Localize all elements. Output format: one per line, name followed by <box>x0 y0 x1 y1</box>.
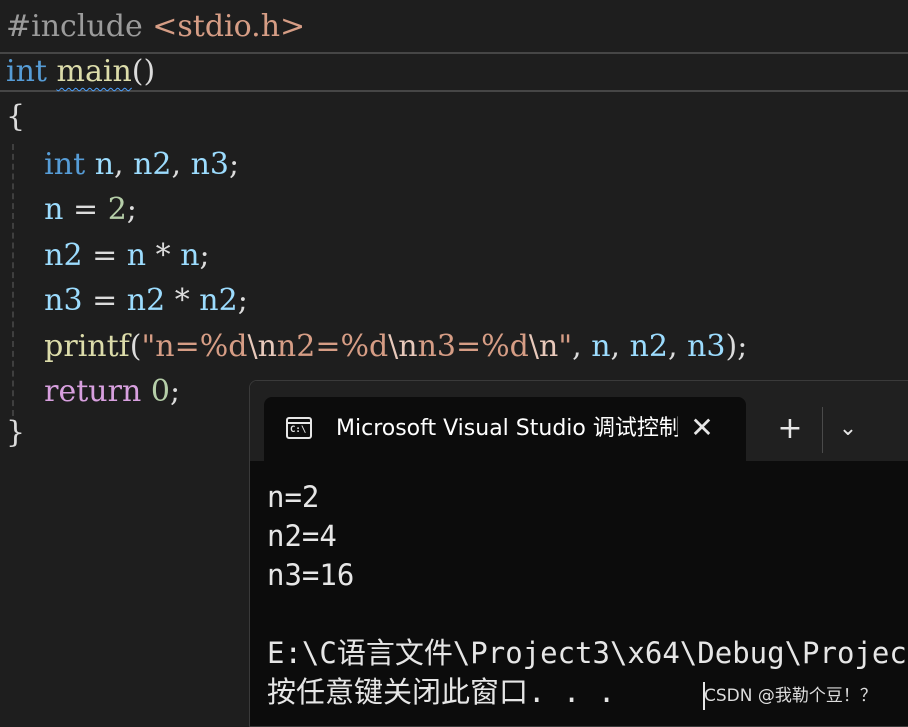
code-token: n2 <box>44 238 83 273</box>
code-token: ; <box>169 374 181 409</box>
code-token: 0 <box>150 374 170 409</box>
code-token: n <box>591 329 611 364</box>
code-token: , <box>171 147 191 182</box>
code-token: = <box>82 238 127 273</box>
console-tab-title: Microsoft Visual Studio 调试控制台 <box>336 416 678 441</box>
code-token: n2 <box>199 283 238 318</box>
debug-console-window[interactable]: C:\ Microsoft Visual Studio 调试控制台 ✕ + ⌄ … <box>249 380 908 727</box>
code-line[interactable]: return 0; <box>6 372 180 412</box>
code-token: printf <box>44 329 130 364</box>
code-line[interactable]: n = 2; <box>6 190 137 230</box>
console-tab-bar: C:\ Microsoft Visual Studio 调试控制台 ✕ + ⌄ <box>250 381 908 461</box>
code-token: int <box>44 147 86 182</box>
console-tab[interactable]: C:\ Microsoft Visual Studio 调试控制台 ✕ <box>264 397 746 461</box>
code-token: n <box>94 147 115 182</box>
code-line[interactable]: n2 = n * n; <box>6 236 210 276</box>
code-token: n2 <box>133 147 172 182</box>
code-token: , <box>572 329 592 364</box>
console-output-line: n3=16 <box>267 558 355 592</box>
code-token: = <box>82 283 127 318</box>
terminal-icon: C:\ <box>286 417 312 439</box>
code-token: \n <box>388 329 418 364</box>
code-line[interactable]: int main() <box>6 52 155 92</box>
tab-separator <box>822 407 823 453</box>
code-token: n3=%d <box>417 329 529 364</box>
code-token: ); <box>725 329 748 364</box>
console-output-line: n=2 <box>267 480 320 514</box>
code-token: } <box>6 415 26 450</box>
code-token: n <box>44 192 64 227</box>
console-output-line: n2=4 <box>267 519 337 553</box>
code-token: \n <box>528 329 559 364</box>
code-token: ( <box>129 329 142 364</box>
code-token: ; <box>237 283 248 318</box>
code-token: * <box>165 283 200 318</box>
code-token: = <box>63 192 108 227</box>
code-token: n <box>126 238 147 273</box>
code-token: 2 <box>107 192 127 227</box>
code-token: * <box>146 238 181 273</box>
code-token: #include <box>6 9 153 44</box>
code-token: return <box>44 374 142 409</box>
code-token: "n=%d <box>141 329 248 364</box>
code-line[interactable]: } <box>6 413 25 453</box>
close-icon[interactable]: ✕ <box>686 413 718 445</box>
code-token: () <box>131 54 156 89</box>
code-token: n3 <box>687 329 726 364</box>
code-token: n <box>180 238 200 273</box>
code-token: { <box>6 99 26 134</box>
code-line[interactable]: { <box>6 97 25 137</box>
code-token: ; <box>229 147 240 182</box>
chevron-down-icon[interactable]: ⌄ <box>832 411 864 447</box>
code-token: int <box>6 54 47 89</box>
code-token: " <box>558 329 573 364</box>
code-token: n3 <box>44 283 83 318</box>
code-token: , <box>610 329 630 364</box>
code-token: n2=%d <box>276 329 389 364</box>
console-exe-path: E:\C语言文件\Project3\x64\Debug\Project3.exe <box>267 636 908 670</box>
console-press-any-key: 按任意键关闭此窗口. . . <box>267 675 616 709</box>
code-token: main <box>56 54 132 89</box>
code-line[interactable]: printf("n=%d\nn2=%d\nn3=%d\n", n, n2, n3… <box>6 327 747 367</box>
code-line[interactable]: n3 = n2 * n2; <box>6 281 248 321</box>
code-token: ; <box>199 238 210 273</box>
code-token: ; <box>126 192 137 227</box>
code-token: n3 <box>190 147 230 182</box>
code-token: , <box>114 147 134 182</box>
code-token: n2 <box>629 329 669 364</box>
code-line[interactable]: int n, n2, n3; <box>6 145 239 185</box>
code-token: n2 <box>126 283 166 318</box>
code-token: , <box>668 329 688 364</box>
code-line[interactable]: #include <stdio.h> <box>6 7 305 47</box>
code-token: \n <box>247 329 277 364</box>
new-tab-button[interactable]: + <box>770 409 810 449</box>
code-token: <stdio.h> <box>152 9 306 44</box>
watermark: CSDN @我勒个豆！？ <box>704 686 877 706</box>
